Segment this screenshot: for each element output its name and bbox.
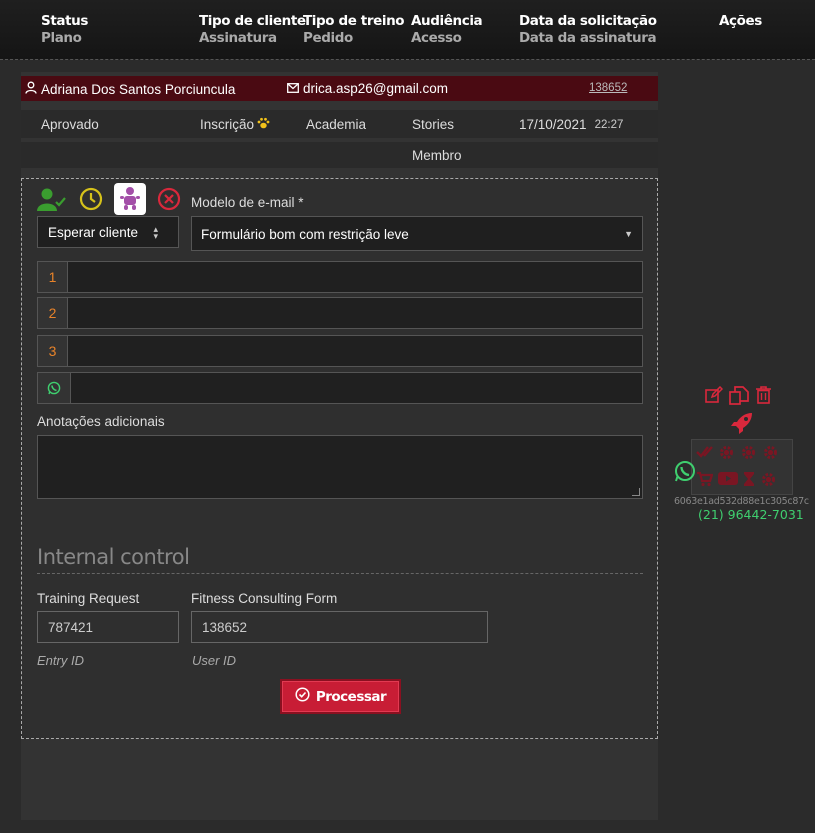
- field-1[interactable]: 1: [37, 261, 643, 293]
- header-col-client-type[interactable]: Tipo de cliente Assinatura: [199, 13, 306, 47]
- training-type-value: Academia: [306, 117, 367, 132]
- phone-number[interactable]: (21) 96442-7031: [698, 507, 804, 522]
- notes-textarea[interactable]: [37, 435, 643, 499]
- record-hash: 6063e1ad532d88e1c305c87c: [674, 496, 809, 507]
- action-grid: [691, 439, 793, 495]
- actions-panel: 6063e1ad532d88e1c305c87c (21) 96442-7031: [674, 384, 814, 524]
- whatsapp-icon: [38, 373, 71, 403]
- header-col-audience[interactable]: Audiência Acesso: [411, 13, 483, 47]
- header-col-status[interactable]: Status Plano: [41, 13, 88, 47]
- field-1-input[interactable]: [68, 262, 642, 292]
- audience-value: Stories: [412, 117, 455, 132]
- cart-icon[interactable]: [696, 471, 714, 493]
- status-value: Aprovado: [41, 117, 99, 132]
- client-email[interactable]: drica.asp26@gmail.com: [303, 81, 448, 96]
- record-panel: Adriana Dos Santos Porciuncula drica.asp…: [21, 72, 658, 820]
- status-icon-group: [36, 183, 185, 215]
- hourglass-icon[interactable]: [743, 471, 755, 493]
- video-icon[interactable]: [718, 471, 738, 493]
- envelope-icon: [287, 81, 299, 96]
- user-icon: [25, 81, 37, 97]
- field-2-input[interactable]: [68, 298, 642, 328]
- header-col-dates[interactable]: Data da solicitação Data da assinatura: [519, 13, 657, 47]
- record-name-row: Adriana Dos Santos Porciuncula drica.asp…: [21, 76, 658, 101]
- sort-arrows-icon: ▴ ▾: [153, 224, 158, 241]
- record-info-row: Aprovado Inscrição Academia Stories 17/1…: [21, 110, 658, 138]
- entry-id-label: Entry ID: [37, 653, 84, 668]
- processing-form: Modelo de e-mail * Esperar cliente ▴ ▾ Fo…: [21, 178, 658, 739]
- edit-icon[interactable]: [705, 385, 724, 411]
- status-select[interactable]: Esperar cliente ▴ ▾: [37, 216, 179, 248]
- resize-grip-icon[interactable]: [632, 488, 640, 496]
- field-3-badge: 3: [38, 336, 68, 366]
- email-template-label: Modelo de e-mail *: [191, 195, 304, 210]
- reject-x-icon[interactable]: [153, 183, 185, 215]
- field-1-badge: 1: [38, 262, 68, 292]
- notes-label: Anotações adicionais: [37, 414, 165, 429]
- header-col-actions: Ações: [719, 13, 762, 29]
- header-col-training-type[interactable]: Tipo de treino Pedido: [303, 13, 405, 47]
- whatsapp-field[interactable]: [37, 372, 643, 404]
- request-date: 17/10/2021: [519, 117, 587, 132]
- check-circle-icon: [295, 687, 310, 706]
- field-2-badge: 2: [38, 298, 68, 328]
- copy-icon[interactable]: [729, 386, 749, 411]
- email-template-select[interactable]: Formulário bom com restrição leve ▼: [191, 216, 643, 251]
- check-double-icon[interactable]: [696, 444, 713, 466]
- gear-icon[interactable]: [760, 471, 777, 493]
- rocket-icon[interactable]: [730, 411, 754, 440]
- whatsapp-input[interactable]: [71, 373, 642, 403]
- whatsapp-icon[interactable]: [674, 460, 696, 487]
- training-request-input[interactable]: 787421: [37, 611, 179, 643]
- access-value: Membro: [412, 148, 462, 163]
- caret-down-icon: ▼: [624, 229, 633, 239]
- paw-icon: [257, 117, 270, 132]
- training-request-label: Training Request: [37, 591, 140, 606]
- process-button[interactable]: Processar: [280, 679, 401, 714]
- request-time: 22:27: [594, 118, 624, 131]
- clock-icon[interactable]: [75, 183, 107, 215]
- gear-icon[interactable]: [740, 444, 757, 466]
- trash-icon[interactable]: [755, 386, 772, 411]
- user-id-link[interactable]: 138652: [589, 82, 627, 94]
- client-name: Adriana Dos Santos Porciuncula: [41, 81, 236, 97]
- gear-icon[interactable]: [762, 444, 779, 466]
- client-type-value: Inscrição: [200, 117, 255, 132]
- field-3-input[interactable]: [68, 336, 642, 366]
- fitness-form-label: Fitness Consulting Form: [191, 591, 338, 606]
- table-header: Status Plano Tipo de cliente Assinatura …: [0, 0, 815, 60]
- field-2[interactable]: 2: [37, 297, 643, 329]
- gear-icon[interactable]: [718, 444, 735, 466]
- fitness-form-input[interactable]: 138652: [191, 611, 488, 643]
- baby-icon[interactable]: [114, 183, 146, 215]
- internal-control-title: Internal control: [37, 545, 643, 574]
- approve-user-icon[interactable]: [36, 183, 68, 215]
- record-info-row-2: Membro: [21, 142, 658, 168]
- field-3[interactable]: 3: [37, 335, 643, 367]
- user-id-label: User ID: [192, 653, 237, 668]
